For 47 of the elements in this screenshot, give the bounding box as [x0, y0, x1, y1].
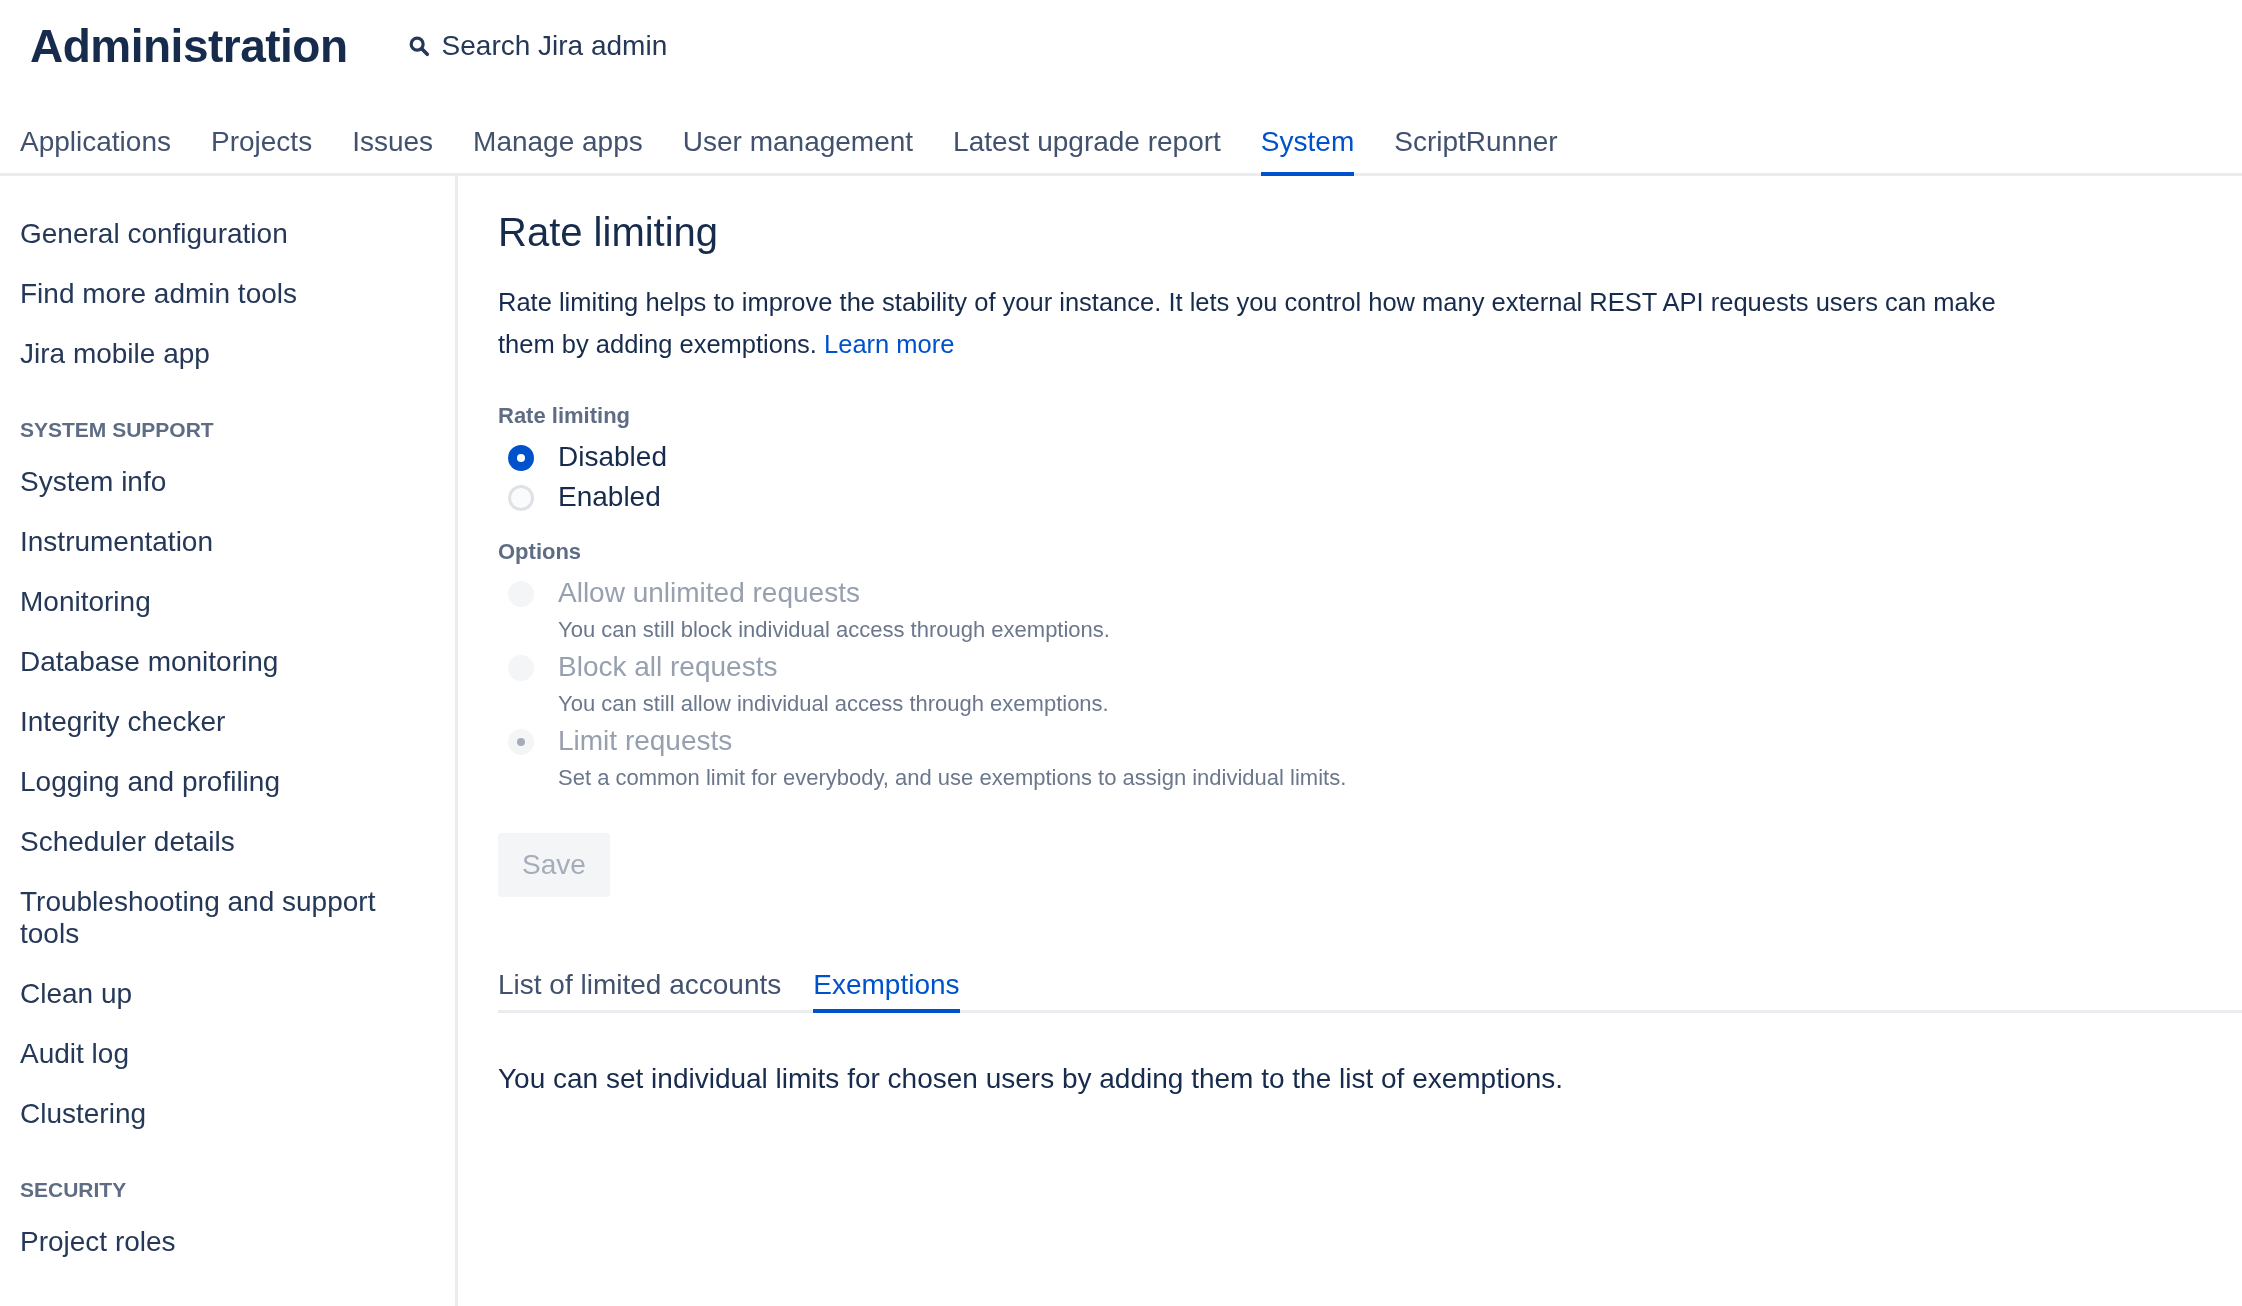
nav-tab[interactable]: User management [682, 126, 914, 176]
sidebar-item[interactable]: Logging and profiling [20, 752, 420, 812]
sidebar-item[interactable]: Troubleshooting and support tools [20, 872, 420, 964]
option-description: You can still allow individual access through exemptions. [558, 691, 1109, 717]
section-title: Rate limiting [498, 210, 720, 255]
nav-tab[interactable]: Latest upgrade report [953, 126, 1221, 176]
nav-tab[interactable]: Issues [352, 126, 434, 176]
nav-tab[interactable]: Projects [211, 126, 313, 176]
radio-label: Allow unlimited requests [558, 577, 860, 608]
sidebar-item[interactable]: Integrity checker [20, 692, 420, 752]
intro-text: Rate limiting helps to improve the stability of your instance. It lets you control how many external REST API requests users can make [498, 288, 1996, 316]
intro-text: them by adding exemptions. [498, 330, 817, 358]
sidebar-item[interactable]: General configuration [20, 204, 420, 264]
exemptions-text: You can set individual limits for chosen users by adding them to the list of exemptions. [498, 1063, 1565, 1095]
radio-button[interactable] [508, 445, 534, 471]
page-title: Administration [30, 19, 348, 73]
sidebar-item[interactable]: Jira mobile app [20, 324, 420, 384]
sidebar-item[interactable]: Instrumentation [20, 512, 420, 572]
radio-label: Limit requests [558, 725, 733, 756]
radio-label: Disabled [558, 441, 667, 472]
sidebar-item[interactable]: Database monitoring [20, 632, 420, 692]
sidebar-item[interactable]: Project roles [20, 1212, 420, 1272]
nav-tab[interactable]: System [1260, 126, 1355, 176]
learn-more-link[interactable]: Learn more [824, 330, 955, 358]
tab[interactable]: Exemptions [813, 969, 960, 1013]
sidebar-heading: SECURITY [20, 1178, 128, 1202]
field-label: Rate limiting [498, 403, 631, 429]
sidebar-heading: SYSTEM SUPPORT [20, 418, 215, 442]
sidebar-item[interactable]: Scheduler details [20, 812, 420, 872]
nav-tab[interactable]: Manage apps [473, 126, 643, 176]
sidebar-item[interactable]: Find more admin tools [20, 264, 420, 324]
nav-tab[interactable]: Applications [20, 126, 171, 176]
option-description: You can still block individual access through exemptions. [558, 617, 1110, 643]
tab[interactable]: List of limited accounts [498, 969, 782, 1013]
sidebar-item[interactable]: Audit log [20, 1024, 420, 1084]
option-description: Set a common limit for everybody, and use exemptions to assign individual limits. [558, 765, 1347, 791]
search-field[interactable]: Search Jira admin [439, 29, 764, 63]
sidebar-item[interactable]: Clustering [20, 1084, 420, 1144]
sidebar-item[interactable]: Clean up [20, 964, 420, 1024]
search-icon [407, 35, 430, 57]
sidebar-item[interactable]: Monitoring [20, 572, 420, 632]
field-label: Options [498, 539, 583, 565]
sidebar-item[interactable]: System info [20, 452, 420, 512]
radio-label: Enabled [558, 481, 661, 512]
nav-tab[interactable]: ScriptRunner [1394, 126, 1558, 176]
radio-button[interactable] [508, 485, 534, 511]
radio-label: Block all requests [558, 651, 778, 682]
